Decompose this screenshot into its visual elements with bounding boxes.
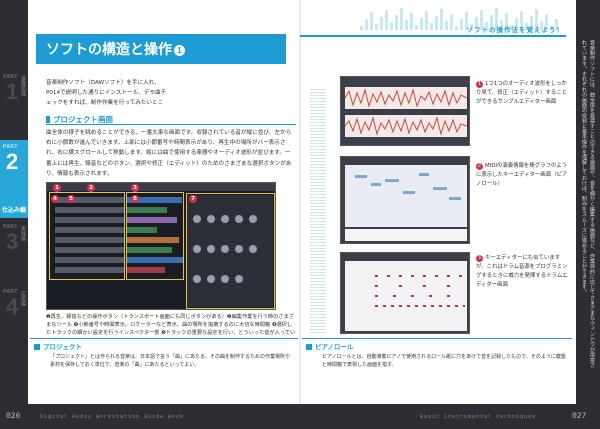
tab-part-number: 4 <box>6 294 19 319</box>
callout-4: 4 <box>51 195 59 203</box>
page-number-left: 026 <box>6 412 21 421</box>
page-title: ソフトの構造と操作 1 <box>46 39 185 59</box>
equalizer-bar <box>400 8 403 30</box>
active-part-label: 仕込み編 <box>0 204 28 218</box>
tab-part-number: 2 <box>6 149 19 174</box>
tab-part-2[interactable]: PART 2 <box>0 140 28 204</box>
equalizer-bar <box>410 13 413 30</box>
intro-text: 音楽制作ソフト（DAWソフト）を手に入れ、P014で説明した通りにインストール、… <box>46 80 167 107</box>
glossary-heading: プロジェクト <box>34 341 82 351</box>
tab-part-3[interactable]: PART 3 実践編 <box>0 220 28 268</box>
equalizer-bar <box>390 22 393 30</box>
equalizer-bar <box>405 20 408 30</box>
equalizer-bar <box>380 17 383 30</box>
equalizer-bar <box>425 11 428 30</box>
magazine-spread: PART 1 基礎知識 PART 2 仕込み編 PART 3 実践編 PART … <box>0 0 600 429</box>
section-rule <box>46 124 296 125</box>
equalizer-bar <box>395 15 398 30</box>
equalizer-bar <box>415 25 418 30</box>
equalizer-bar <box>445 21 448 30</box>
caption-1: 1 1つ1つのオーディオ波形をしっかり見て、修正（エディット）することができるサン… <box>476 80 570 107</box>
equalizer-bar <box>450 14 453 30</box>
velocity-lane <box>345 229 467 241</box>
equalizer-bar <box>435 16 438 30</box>
equalizer-bar <box>455 26 458 30</box>
tab-part-4[interactable]: PART 4 応用編 <box>0 285 28 333</box>
intro-text-col1: 音楽制作ソフト（DAWソフト）を手に入れ、P014で説明した通りにインストール、… <box>46 78 168 110</box>
callout-6: 6 <box>131 195 139 203</box>
section-body: 曲全体の様子を眺めることができる、一番大事な画面です。収録されている音が縦に並び… <box>46 128 296 180</box>
tab-part-1[interactable]: PART 1 基礎知識 <box>0 70 28 118</box>
caption-number: 3 <box>476 255 483 262</box>
decorative-dot-column <box>310 88 326 333</box>
page-title-text: ソフトの構造と操作 <box>46 41 172 57</box>
equalizer-bar <box>385 10 388 30</box>
caption-number: 1 <box>476 81 483 88</box>
drum-editor-screenshot <box>340 252 470 334</box>
waveform-graphic <box>345 115 467 137</box>
left-part-tabs: PART 1 基礎知識 PART 2 仕込み編 PART 3 実践編 PART … <box>0 0 28 429</box>
callout-7: 7 <box>189 195 197 203</box>
page-gutter <box>299 0 301 404</box>
tab-part-jp: 実践編 <box>20 226 26 241</box>
caption-text: キーエディターにも似ていますが、これはドラム音源をプログラミングするときに威力を… <box>476 255 568 288</box>
piano-roll-grid <box>345 165 467 227</box>
tab-part-number: 1 <box>6 79 19 104</box>
transport-bar <box>47 183 275 191</box>
caption-2: 2 MIDIの演奏情報を棒グラフのように表示したキーエディター画面（ピアノロール） <box>476 162 570 189</box>
right-side-bar: 音楽制作ソフトには、曲全体を見渡すことのできる画面や、音を細かく編集する画面など… <box>576 0 600 429</box>
key-editor-screenshot <box>340 156 470 244</box>
glossary-heading: ピアノロール <box>306 341 353 351</box>
glossary-box-project: プロジェクト 「プロジェクト」とは作られる音楽は、日本語で言う「曲」にあたる。そ… <box>30 338 298 398</box>
callout-3: 3 <box>131 184 139 192</box>
equalizer-bar <box>360 26 363 30</box>
callout-5: 5 <box>67 195 75 203</box>
caption-number: 2 <box>476 163 483 170</box>
callout-2: 2 <box>87 184 95 192</box>
equalizer-bar <box>460 19 463 30</box>
glossary-box-piano-roll: ピアノロール ピアノロールとは、自動演奏ピアノで使用されるロール紙に穴をあけて音… <box>302 338 572 398</box>
tab-part-jp: 基礎知識 <box>20 76 26 96</box>
highlight-frame <box>126 192 184 280</box>
equalizer-bar <box>430 23 433 30</box>
footer-text-right: Basic instrumental techniques <box>420 414 537 420</box>
equalizer-bar <box>370 12 373 30</box>
project-window-screenshot: 1 2 3 4 5 6 7 <box>46 182 276 310</box>
section-text: 曲全体の様子を眺めることができる、一番大事な画面です。収録されている音が縦に並び… <box>46 130 292 177</box>
caption-text: MIDIの演奏情報を棒グラフのように表示したキーエディター画面（ピアノロール） <box>476 163 568 187</box>
page-subtitle: ソフトの操作法を覚えよう！ <box>466 26 564 34</box>
tab-part-jp: 応用編 <box>20 291 26 306</box>
caption-text: 1つ1つのオーディオ波形をしっかり見て、修正（エディット）することができるサンプ… <box>476 81 567 105</box>
tab-part-number: 3 <box>6 229 19 254</box>
drum-grid <box>345 261 467 331</box>
caption-3: 3 キーエディターにも似ていますが、これはドラム音源をプログラミングするときに威力… <box>476 254 570 290</box>
waveform-graphic <box>345 87 467 109</box>
equalizer-bar <box>440 9 443 30</box>
header-rule <box>300 35 566 37</box>
glossary-text: 「プロジェクト」とは作られる音楽は、日本語で言う「曲」にあたる。その曲を制作する… <box>50 354 291 368</box>
glossary-text: ピアノロールとは、自動演奏ピアノで使用されるロール紙に穴をあけて音を記録したもの… <box>322 354 566 368</box>
equalizer-bar <box>375 24 378 30</box>
highlight-frame <box>186 193 275 309</box>
footer-text-left: Digital Audio Workstation Guide Book <box>40 414 185 420</box>
sample-editor-screenshot <box>340 76 470 146</box>
page-number-right: 027 <box>572 412 587 421</box>
right-side-text: 音楽制作ソフトには、曲全体を見渡すことのできる画面や、音を細かく編集する画面など… <box>581 40 595 368</box>
highlight-frame <box>49 192 125 280</box>
title-number-badge: 1 <box>174 45 185 56</box>
equalizer-bar <box>365 19 368 30</box>
callout-1: 1 <box>53 184 61 192</box>
equalizer-bar <box>420 18 423 30</box>
